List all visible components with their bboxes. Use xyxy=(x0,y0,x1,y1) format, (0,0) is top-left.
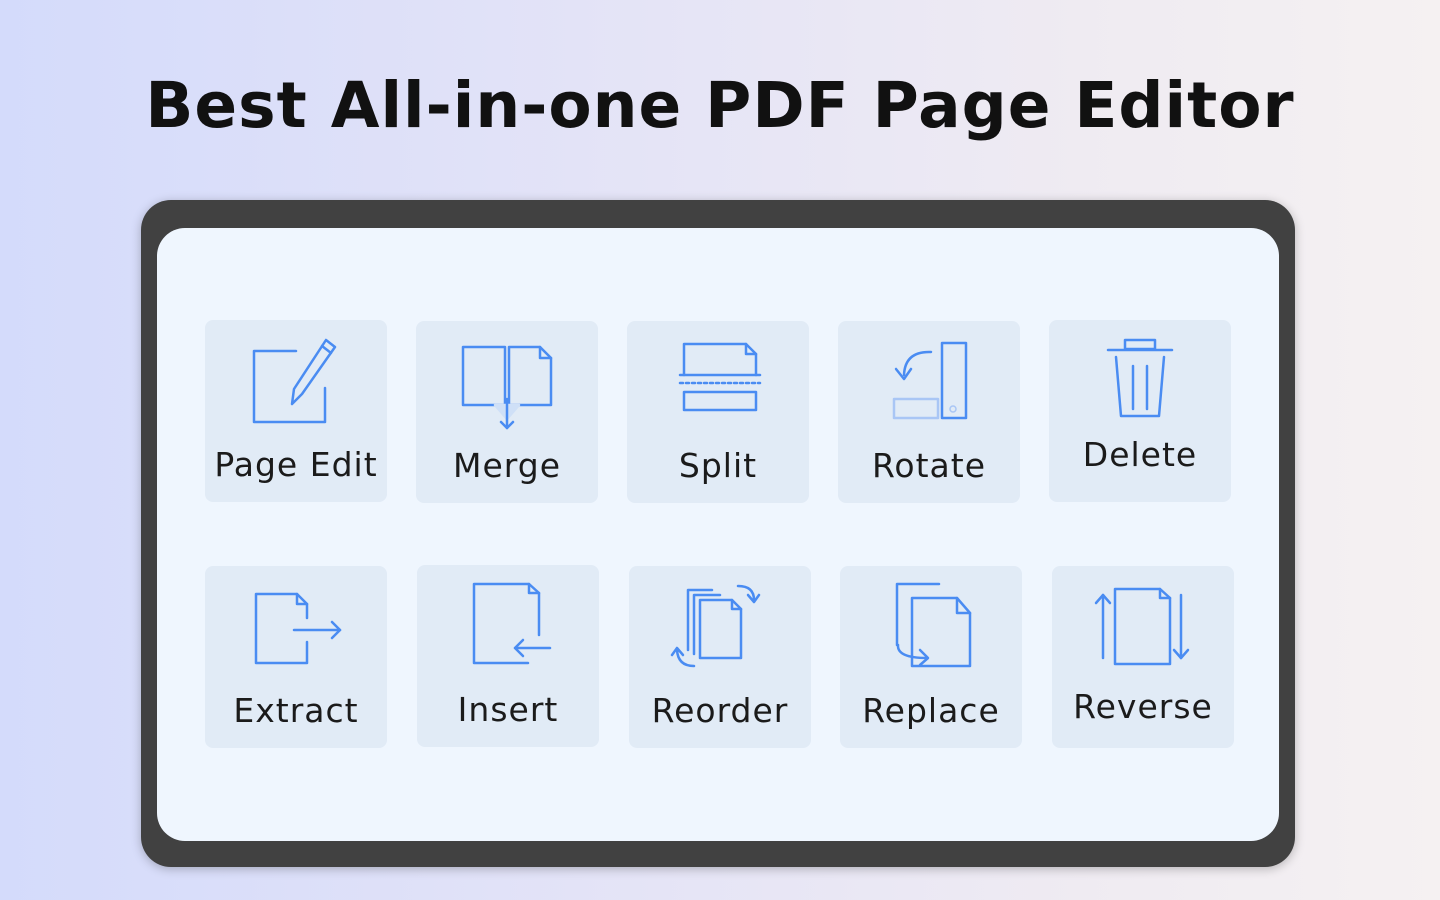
tool-label: Delete xyxy=(1082,435,1198,474)
page-edit-icon xyxy=(246,336,346,436)
tool-label: Reverse xyxy=(1073,687,1213,726)
tool-reorder[interactable]: Reorder xyxy=(629,566,811,748)
trash-icon xyxy=(1090,336,1190,436)
tool-label: Extract xyxy=(233,691,359,730)
page-title: Best All-in-one PDF Page Editor xyxy=(145,69,1295,142)
tool-label: Reorder xyxy=(651,691,789,730)
tool-extract[interactable]: Extract xyxy=(205,566,387,748)
tool-replace[interactable]: Replace xyxy=(840,566,1022,748)
extract-icon xyxy=(246,582,346,682)
tool-delete[interactable]: Delete xyxy=(1049,320,1231,502)
tool-split[interactable]: Split xyxy=(627,321,809,503)
merge-icon xyxy=(457,337,557,437)
reorder-icon xyxy=(670,582,770,682)
tool-label: Page Edit xyxy=(214,445,378,484)
tool-merge[interactable]: Merge xyxy=(416,321,598,503)
tool-insert[interactable]: Insert xyxy=(417,565,599,747)
tool-rotate[interactable]: Rotate xyxy=(838,321,1020,503)
tool-label: Merge xyxy=(452,446,561,485)
tool-page-edit[interactable]: Page Edit xyxy=(205,320,387,502)
insert-icon xyxy=(458,581,558,681)
replace-icon xyxy=(881,582,981,682)
reverse-icon xyxy=(1093,582,1193,682)
tool-label: Replace xyxy=(862,691,1000,730)
tool-label: Rotate xyxy=(871,446,987,485)
rotate-icon xyxy=(879,337,979,437)
tool-reverse[interactable]: Reverse xyxy=(1052,566,1234,748)
tool-label: Split xyxy=(678,446,758,485)
split-icon xyxy=(668,337,768,437)
tool-panel: Page Edit Merge Split Rotate Delete Extr… xyxy=(157,228,1279,841)
tool-label: Insert xyxy=(457,690,559,729)
